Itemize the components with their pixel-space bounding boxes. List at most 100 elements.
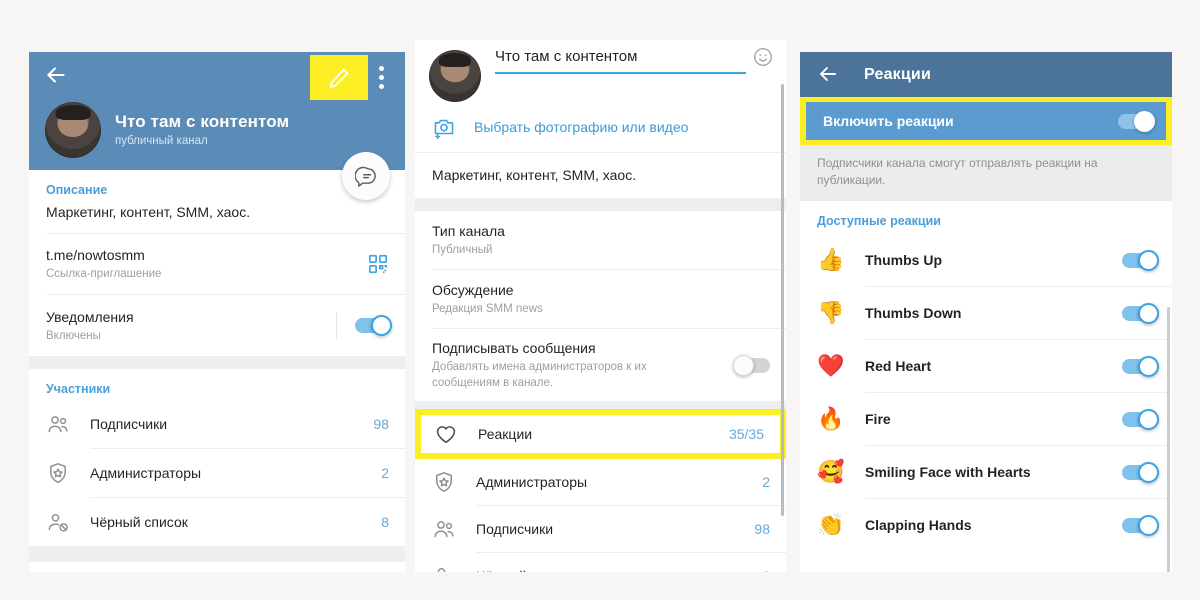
members-row-blacklist[interactable]: Чёрный список 8: [29, 498, 405, 546]
section-gap: [415, 401, 786, 409]
blacklist-value: 8: [762, 568, 770, 572]
divider: [336, 312, 337, 339]
discussion-text: Обсуждение Редакция SMM news: [432, 281, 770, 317]
subscribers-row[interactable]: Подписчики 98: [415, 506, 786, 552]
reactions-value: 35/35: [728, 426, 764, 442]
members-row-count: 2: [381, 465, 389, 481]
reaction-row[interactable]: 🥰 Smiling Face with Hearts: [800, 446, 1172, 498]
members-row-label: Администраторы: [90, 464, 202, 481]
reactions-header: Реакции: [800, 52, 1172, 97]
admins-row[interactable]: Администраторы 2: [415, 459, 786, 505]
invite-link-row[interactable]: t.me/nowtosmm Ссылка-приглашение: [29, 234, 405, 294]
reaction-name: Smiling Face with Hearts: [865, 464, 1031, 480]
reaction-name: Fire: [865, 411, 891, 427]
red-heart-emoji: ❤️: [817, 353, 845, 378]
reaction-row[interactable]: 🔥 Fire: [800, 393, 1172, 445]
reaction-toggle[interactable]: [1122, 302, 1159, 324]
avatar[interactable]: [429, 50, 481, 102]
channel-type-caption: Публичный: [432, 244, 493, 256]
invite-link-text: t.me/nowtosmm Ссылка-приглашение: [46, 246, 367, 282]
members-row-label: Чёрный список: [90, 513, 188, 530]
reactions-row[interactable]: Реакции 35/35: [421, 415, 780, 453]
pencil-icon[interactable]: [327, 66, 351, 90]
channel-name-field[interactable]: Что там с контентом: [495, 48, 776, 74]
enable-reactions-label: Включить реакции: [823, 113, 954, 129]
kebab-menu-icon[interactable]: [379, 66, 384, 89]
section-gap: [29, 546, 405, 562]
sign-messages-text: Подписывать сообщения Добавлять имена ад…: [432, 339, 736, 391]
subscribers-label: Подписчики: [476, 520, 554, 537]
members-row-label: Подписчики: [90, 415, 168, 432]
channel-type-label: Тип канала: [432, 223, 505, 239]
sign-messages-row[interactable]: Подписывать сообщения Добавлять имена ад…: [415, 329, 786, 401]
notifications-row[interactable]: Уведомления Включены: [29, 295, 405, 356]
blacklist-row[interactable]: Чёрный список 8: [415, 553, 786, 572]
qr-code-icon[interactable]: [367, 253, 389, 275]
channel-names: Что там с контентом публичный канал: [115, 111, 289, 149]
shield-star-icon: [46, 461, 70, 485]
arrow-left-icon[interactable]: [816, 62, 842, 88]
avatar[interactable]: [45, 102, 101, 158]
person-block-icon: [46, 510, 70, 534]
notifications-text: Уведомления Включены: [46, 308, 336, 344]
reaction-toggle[interactable]: [1122, 249, 1159, 271]
screenshot-canvas: Что там с контентом публичный канал Опис…: [0, 0, 1200, 600]
members-row-count: 8: [381, 514, 389, 530]
section-gap: [29, 356, 405, 369]
profile-header: Что там с контентом публичный канал: [29, 52, 405, 170]
page-title: Что там с контентом: [115, 112, 290, 131]
reaction-row[interactable]: ❤️ Red Heart: [800, 340, 1172, 392]
heart-icon: [434, 422, 458, 446]
discussion-caption: Редакция SMM news: [432, 303, 543, 315]
members-row-subscribers[interactable]: Подписчики 98: [29, 400, 405, 448]
page-title: Реакции: [864, 65, 931, 83]
shield-star-icon: [432, 470, 456, 494]
channel-identity: Что там с контентом публичный канал: [29, 98, 405, 158]
reaction-name: Thumbs Up: [865, 252, 942, 268]
invite-link-value: t.me/nowtosmm: [46, 247, 145, 263]
invite-link-caption: Ссылка-приглашение: [46, 268, 162, 280]
subscribers-value: 98: [754, 521, 770, 537]
reactions-row-highlight: Реакции 35/35: [415, 409, 786, 459]
camera-plus-icon: [432, 115, 456, 139]
notifications-caption: Включены: [46, 329, 101, 342]
members-row-admins[interactable]: Администраторы 2: [29, 449, 405, 497]
enable-reactions-toggle[interactable]: [1118, 110, 1155, 132]
field-underline: [495, 72, 746, 74]
sign-messages-caption: Добавлять имена администраторов к их соо…: [432, 361, 647, 389]
members-row-count: 98: [373, 416, 389, 432]
sign-messages-toggle[interactable]: [733, 354, 770, 376]
channel-type-row[interactable]: Тип канала Публичный: [415, 211, 786, 269]
chat-bubble-icon[interactable]: [342, 152, 390, 200]
channel-description-value[interactable]: Маркетинг, контент, SMM, хаос.: [415, 153, 786, 198]
reaction-toggle[interactable]: [1122, 355, 1159, 377]
notifications-toggle[interactable]: [355, 315, 392, 336]
reaction-row[interactable]: 👍 Thumbs Up: [800, 234, 1172, 286]
available-reactions-label: Доступные реакции: [800, 201, 1172, 234]
channel-edit-panel: Что там с контентом Выбрать фотографию и…: [415, 40, 786, 572]
section-gap: [415, 198, 786, 211]
reaction-name: Red Heart: [865, 358, 932, 374]
channel-type-text: Тип канала Публичный: [432, 222, 770, 258]
reaction-row[interactable]: 👏 Clapping Hands: [800, 499, 1172, 551]
channel-profile-panel: Что там с контентом публичный канал Опис…: [29, 52, 405, 572]
enable-reactions-row[interactable]: Включить реакции: [806, 102, 1166, 140]
reactions-label: Реакции: [478, 425, 533, 442]
people-icon: [432, 517, 456, 541]
discussion-row[interactable]: Обсуждение Редакция SMM news: [415, 270, 786, 328]
notifications-label: Уведомления: [46, 308, 134, 325]
scrollbar[interactable]: [781, 84, 784, 516]
scrollbar[interactable]: [1167, 307, 1170, 572]
thumbs-down-emoji: 👎: [817, 300, 845, 325]
reaction-name: Thumbs Down: [865, 305, 962, 321]
reaction-toggle[interactable]: [1122, 408, 1159, 430]
arrow-left-icon[interactable]: [43, 62, 69, 88]
reaction-toggle[interactable]: [1122, 461, 1159, 483]
edit-header: Что там с контентом: [415, 40, 786, 102]
members-section: Участники Подписчики 98 Администраторы 2…: [29, 369, 405, 546]
description-text: Маркетинг, контент, SMM, хаос.: [46, 204, 251, 220]
reaction-toggle[interactable]: [1122, 514, 1159, 536]
choose-photo-row[interactable]: Выбрать фотографию или видео: [415, 102, 786, 152]
smiley-icon[interactable]: [752, 46, 774, 68]
reaction-row[interactable]: 👎 Thumbs Down: [800, 287, 1172, 339]
